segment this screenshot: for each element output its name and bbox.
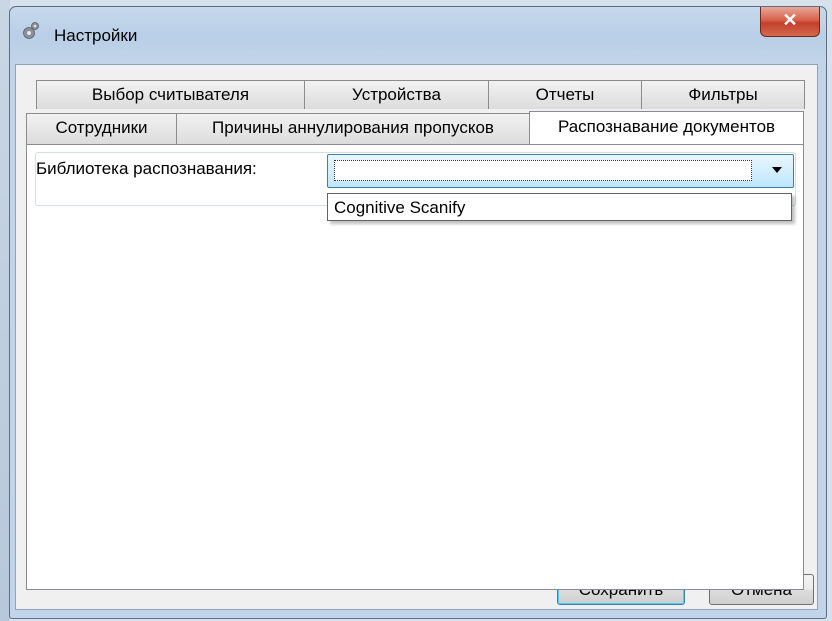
window-title: Настройки [54, 26, 138, 45]
tab-pass-cancellation-reasons[interactable]: Причины аннулирования пропусков [176, 113, 530, 144]
tab-reports[interactable]: Отчеты [488, 80, 642, 109]
tab-filters[interactable]: Фильтры [641, 80, 805, 109]
select-value [334, 160, 752, 181]
chevron-down-icon[interactable] [772, 167, 782, 173]
recognition-library-dropdown: Cognitive Scanify [327, 193, 792, 221]
tab-document-recognition[interactable]: Распознавание документов [529, 111, 804, 144]
recognition-library-label: Библиотека распознавания: [36, 159, 257, 178]
tab-devices[interactable]: Устройства [304, 80, 489, 109]
tab-reader-selection[interactable]: Выбор считывателя [36, 80, 305, 109]
dropdown-option[interactable]: Cognitive Scanify [334, 198, 465, 218]
gear-icon [19, 19, 43, 43]
tab-employees[interactable]: Сотрудники [26, 113, 177, 144]
recognition-library-select[interactable] [327, 154, 794, 188]
close-icon: ✕ [782, 10, 798, 30]
close-button[interactable]: ✕ [760, 7, 820, 37]
title-bar[interactable]: Настройки ✕ [10, 7, 826, 63]
